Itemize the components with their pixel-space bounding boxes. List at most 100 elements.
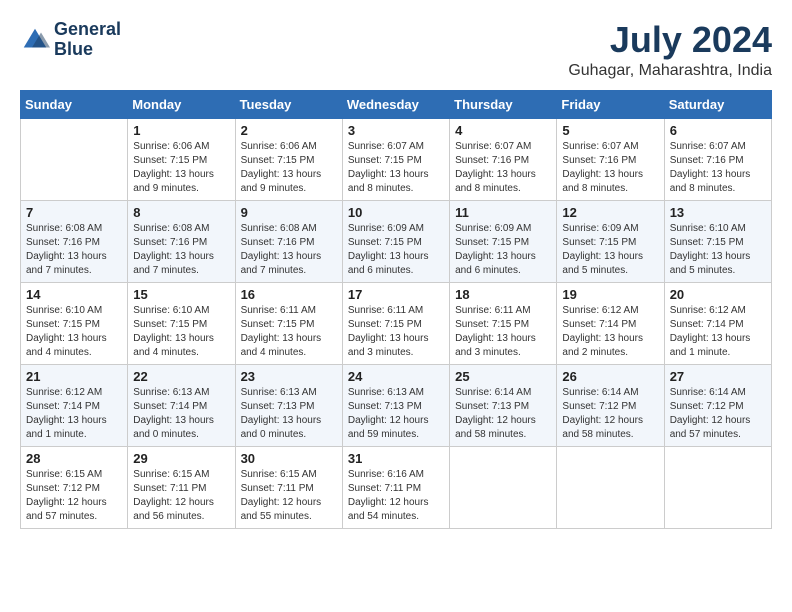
title-block: July 2024 Guhagar, Maharashtra, India bbox=[568, 20, 772, 80]
logo: General Blue bbox=[20, 20, 121, 60]
calendar-week-row: 21 Sunrise: 6:12 AM Sunset: 7:14 PM Dayli… bbox=[21, 364, 772, 446]
calendar-cell: 30 Sunrise: 6:15 AM Sunset: 7:11 PM Dayli… bbox=[235, 446, 342, 528]
day-info: Sunrise: 6:07 AM Sunset: 7:16 PM Dayligh… bbox=[455, 140, 551, 196]
day-info: Sunrise: 6:15 AM Sunset: 7:12 PM Dayligh… bbox=[26, 468, 122, 524]
calendar-cell bbox=[664, 446, 771, 528]
calendar-cell bbox=[21, 118, 128, 200]
day-number: 6 bbox=[670, 123, 766, 138]
day-info: Sunrise: 6:11 AM Sunset: 7:15 PM Dayligh… bbox=[455, 304, 551, 360]
day-number: 21 bbox=[26, 369, 122, 384]
day-info: Sunrise: 6:08 AM Sunset: 7:16 PM Dayligh… bbox=[133, 222, 229, 278]
day-number: 9 bbox=[241, 205, 337, 220]
day-info: Sunrise: 6:10 AM Sunset: 7:15 PM Dayligh… bbox=[670, 222, 766, 278]
month-title: July 2024 bbox=[568, 20, 772, 60]
day-info: Sunrise: 6:16 AM Sunset: 7:11 PM Dayligh… bbox=[348, 468, 444, 524]
day-info: Sunrise: 6:09 AM Sunset: 7:15 PM Dayligh… bbox=[562, 222, 658, 278]
day-number: 25 bbox=[455, 369, 551, 384]
day-info: Sunrise: 6:12 AM Sunset: 7:14 PM Dayligh… bbox=[562, 304, 658, 360]
header-cell-saturday: Saturday bbox=[664, 90, 771, 118]
day-number: 20 bbox=[670, 287, 766, 302]
calendar-cell bbox=[450, 446, 557, 528]
day-number: 12 bbox=[562, 205, 658, 220]
day-info: Sunrise: 6:14 AM Sunset: 7:13 PM Dayligh… bbox=[455, 386, 551, 442]
day-number: 30 bbox=[241, 451, 337, 466]
day-info: Sunrise: 6:15 AM Sunset: 7:11 PM Dayligh… bbox=[241, 468, 337, 524]
calendar-cell: 28 Sunrise: 6:15 AM Sunset: 7:12 PM Dayli… bbox=[21, 446, 128, 528]
day-info: Sunrise: 6:09 AM Sunset: 7:15 PM Dayligh… bbox=[455, 222, 551, 278]
calendar-week-row: 7 Sunrise: 6:08 AM Sunset: 7:16 PM Daylig… bbox=[21, 200, 772, 282]
logo-text: General Blue bbox=[54, 20, 121, 60]
day-info: Sunrise: 6:07 AM Sunset: 7:16 PM Dayligh… bbox=[562, 140, 658, 196]
day-info: Sunrise: 6:10 AM Sunset: 7:15 PM Dayligh… bbox=[133, 304, 229, 360]
day-info: Sunrise: 6:08 AM Sunset: 7:16 PM Dayligh… bbox=[241, 222, 337, 278]
calendar-cell: 14 Sunrise: 6:10 AM Sunset: 7:15 PM Dayli… bbox=[21, 282, 128, 364]
calendar-cell: 31 Sunrise: 6:16 AM Sunset: 7:11 PM Dayli… bbox=[342, 446, 449, 528]
calendar-cell: 9 Sunrise: 6:08 AM Sunset: 7:16 PM Daylig… bbox=[235, 200, 342, 282]
day-info: Sunrise: 6:14 AM Sunset: 7:12 PM Dayligh… bbox=[562, 386, 658, 442]
calendar-week-row: 28 Sunrise: 6:15 AM Sunset: 7:12 PM Dayli… bbox=[21, 446, 772, 528]
day-info: Sunrise: 6:08 AM Sunset: 7:16 PM Dayligh… bbox=[26, 222, 122, 278]
header-cell-friday: Friday bbox=[557, 90, 664, 118]
calendar-cell: 1Sunrise: 6:06 AM Sunset: 7:15 PM Daylig… bbox=[128, 118, 235, 200]
calendar-cell: 13 Sunrise: 6:10 AM Sunset: 7:15 PM Dayli… bbox=[664, 200, 771, 282]
calendar-cell: 15 Sunrise: 6:10 AM Sunset: 7:15 PM Dayli… bbox=[128, 282, 235, 364]
day-number: 23 bbox=[241, 369, 337, 384]
location: Guhagar, Maharashtra, India bbox=[568, 62, 772, 80]
day-info: Sunrise: 6:15 AM Sunset: 7:11 PM Dayligh… bbox=[133, 468, 229, 524]
calendar-cell: 20 Sunrise: 6:12 AM Sunset: 7:14 PM Dayli… bbox=[664, 282, 771, 364]
day-number: 4 bbox=[455, 123, 551, 138]
day-info: Sunrise: 6:11 AM Sunset: 7:15 PM Dayligh… bbox=[348, 304, 444, 360]
day-info: Sunrise: 6:10 AM Sunset: 7:15 PM Dayligh… bbox=[26, 304, 122, 360]
calendar-cell: 27Sunrise: 6:14 AM Sunset: 7:12 PM Dayli… bbox=[664, 364, 771, 446]
calendar-week-row: 14 Sunrise: 6:10 AM Sunset: 7:15 PM Dayli… bbox=[21, 282, 772, 364]
calendar-cell: 5Sunrise: 6:07 AM Sunset: 7:16 PM Daylig… bbox=[557, 118, 664, 200]
day-number: 27 bbox=[670, 369, 766, 384]
day-number: 15 bbox=[133, 287, 229, 302]
calendar-cell: 11 Sunrise: 6:09 AM Sunset: 7:15 PM Dayli… bbox=[450, 200, 557, 282]
calendar-cell: 7 Sunrise: 6:08 AM Sunset: 7:16 PM Daylig… bbox=[21, 200, 128, 282]
header-cell-sunday: Sunday bbox=[21, 90, 128, 118]
calendar-cell: 26 Sunrise: 6:14 AM Sunset: 7:12 PM Dayli… bbox=[557, 364, 664, 446]
header-cell-thursday: Thursday bbox=[450, 90, 557, 118]
calendar-cell: 18 Sunrise: 6:11 AM Sunset: 7:15 PM Dayli… bbox=[450, 282, 557, 364]
day-info: Sunrise: 6:12 AM Sunset: 7:14 PM Dayligh… bbox=[670, 304, 766, 360]
calendar-cell: 29Sunrise: 6:15 AM Sunset: 7:11 PM Dayli… bbox=[128, 446, 235, 528]
day-number: 31 bbox=[348, 451, 444, 466]
calendar-cell: 16 Sunrise: 6:11 AM Sunset: 7:15 PM Dayli… bbox=[235, 282, 342, 364]
calendar-header-row: SundayMondayTuesdayWednesdayThursdayFrid… bbox=[21, 90, 772, 118]
day-number: 3 bbox=[348, 123, 444, 138]
header-cell-monday: Monday bbox=[128, 90, 235, 118]
calendar-cell: 24Sunrise: 6:13 AM Sunset: 7:13 PM Dayli… bbox=[342, 364, 449, 446]
day-info: Sunrise: 6:12 AM Sunset: 7:14 PM Dayligh… bbox=[26, 386, 122, 442]
header-cell-wednesday: Wednesday bbox=[342, 90, 449, 118]
calendar-cell: 4 Sunrise: 6:07 AM Sunset: 7:16 PM Daylig… bbox=[450, 118, 557, 200]
calendar-cell: 3 Sunrise: 6:07 AM Sunset: 7:15 PM Daylig… bbox=[342, 118, 449, 200]
day-number: 16 bbox=[241, 287, 337, 302]
calendar-cell: 12 Sunrise: 6:09 AM Sunset: 7:15 PM Dayli… bbox=[557, 200, 664, 282]
day-number: 18 bbox=[455, 287, 551, 302]
calendar-table: SundayMondayTuesdayWednesdayThursdayFrid… bbox=[20, 90, 772, 529]
calendar-cell: 8 Sunrise: 6:08 AM Sunset: 7:16 PM Daylig… bbox=[128, 200, 235, 282]
day-number: 13 bbox=[670, 205, 766, 220]
calendar-cell: 25 Sunrise: 6:14 AM Sunset: 7:13 PM Dayli… bbox=[450, 364, 557, 446]
calendar-cell: 10Sunrise: 6:09 AM Sunset: 7:15 PM Dayli… bbox=[342, 200, 449, 282]
day-info: Sunrise: 6:13 AM Sunset: 7:13 PM Dayligh… bbox=[348, 386, 444, 442]
calendar-cell: 22Sunrise: 6:13 AM Sunset: 7:14 PM Dayli… bbox=[128, 364, 235, 446]
day-info: Sunrise: 6:11 AM Sunset: 7:15 PM Dayligh… bbox=[241, 304, 337, 360]
calendar-cell: 17Sunrise: 6:11 AM Sunset: 7:15 PM Dayli… bbox=[342, 282, 449, 364]
day-info: Sunrise: 6:06 AM Sunset: 7:15 PM Dayligh… bbox=[241, 140, 337, 196]
day-number: 28 bbox=[26, 451, 122, 466]
day-number: 11 bbox=[455, 205, 551, 220]
day-number: 8 bbox=[133, 205, 229, 220]
logo-icon bbox=[20, 25, 50, 55]
calendar-cell: 19Sunrise: 6:12 AM Sunset: 7:14 PM Dayli… bbox=[557, 282, 664, 364]
day-number: 14 bbox=[26, 287, 122, 302]
day-info: Sunrise: 6:07 AM Sunset: 7:15 PM Dayligh… bbox=[348, 140, 444, 196]
day-number: 26 bbox=[562, 369, 658, 384]
day-info: Sunrise: 6:13 AM Sunset: 7:14 PM Dayligh… bbox=[133, 386, 229, 442]
day-number: 7 bbox=[26, 205, 122, 220]
page-header: General Blue July 2024 Guhagar, Maharash… bbox=[20, 20, 772, 80]
calendar-week-row: 1Sunrise: 6:06 AM Sunset: 7:15 PM Daylig… bbox=[21, 118, 772, 200]
header-cell-tuesday: Tuesday bbox=[235, 90, 342, 118]
calendar-cell: 6Sunrise: 6:07 AM Sunset: 7:16 PM Daylig… bbox=[664, 118, 771, 200]
